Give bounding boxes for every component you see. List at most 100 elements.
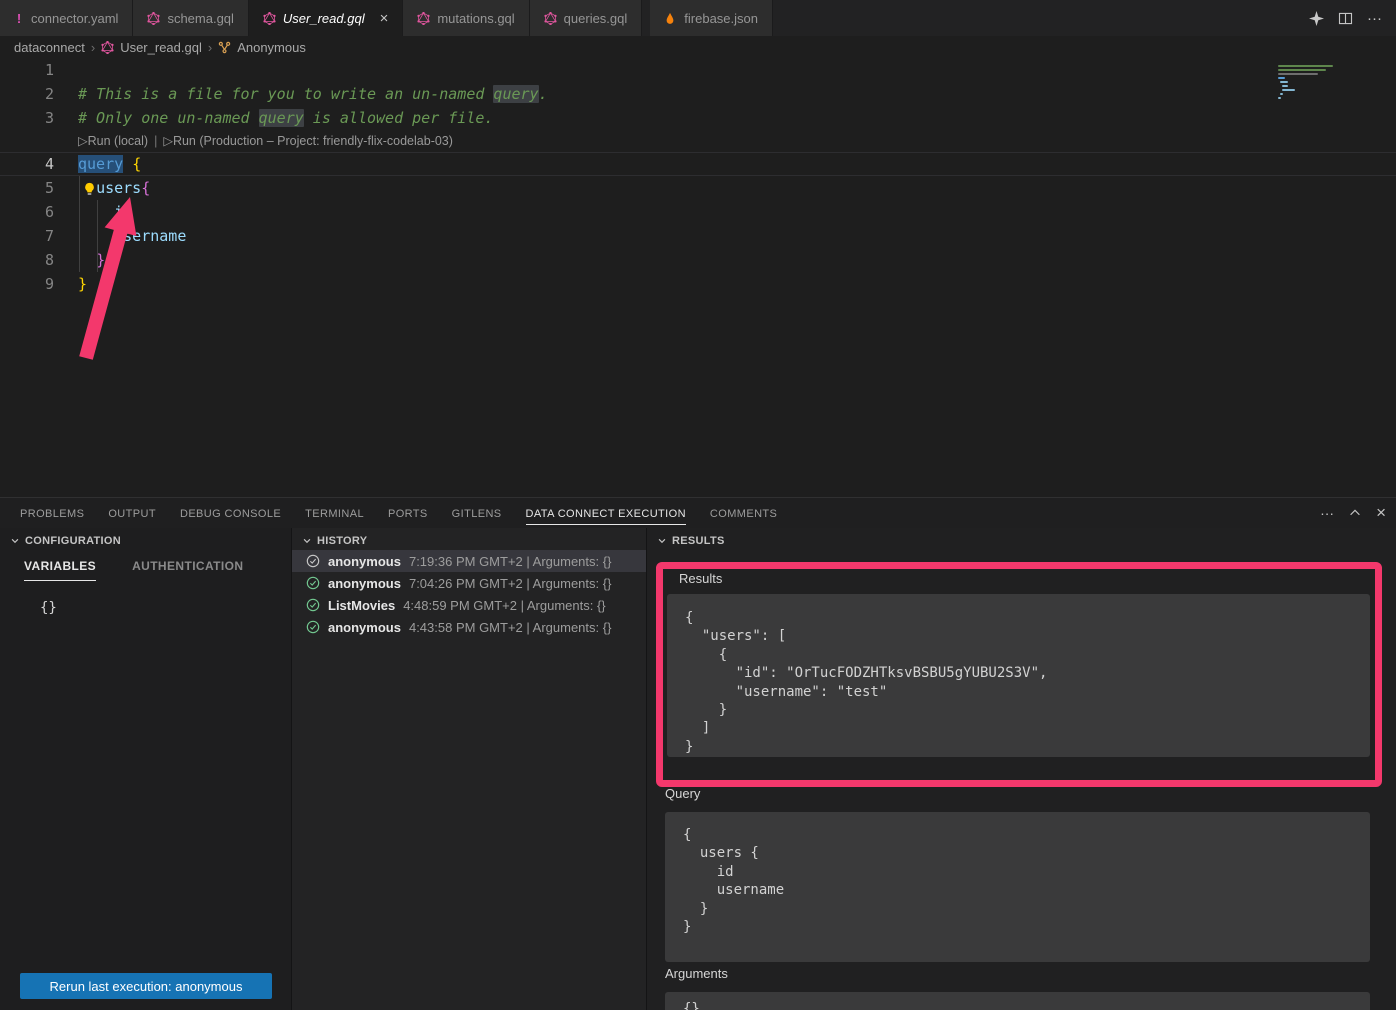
history-item[interactable]: anonymous4:43:58 PM GMT+2 | Arguments: {… — [292, 616, 646, 638]
indent-guide — [79, 176, 80, 272]
panel-tab-comments[interactable]: COMMENTS — [710, 502, 777, 525]
minimap[interactable] — [1278, 61, 1340, 101]
tab-user_read-gql[interactable]: User_read.gql × — [249, 0, 403, 36]
copilot-sparkle-icon[interactable] — [1309, 11, 1324, 26]
line-number: 2 — [0, 82, 54, 106]
tab-label: firebase.json — [684, 11, 758, 26]
code-line-7[interactable]: 7 username — [0, 224, 1396, 248]
minimap-line — [1280, 81, 1288, 83]
tab-label: schema.gql — [167, 11, 233, 26]
history-item-name: anonymous — [328, 576, 401, 591]
tab-label: mutations.gql — [437, 11, 514, 26]
line-number: 4 — [0, 152, 54, 176]
code-token: query — [78, 155, 123, 173]
history-item[interactable]: anonymous 7:04:26 PM GMT+2 | Arguments: {… — [292, 572, 646, 594]
history-item-meta: 7:19:36 PM GMT+2 | Arguments: {} — [409, 554, 611, 569]
run-icon: ▷ — [163, 134, 173, 148]
tab-authentication[interactable]: AUTHENTICATION — [132, 559, 243, 581]
breadcrumb-item-anonymous[interactable]: Anonymous — [237, 40, 306, 55]
code-editor[interactable]: 12 # This is a file for you to write an u… — [0, 58, 1396, 497]
graphql-icon — [147, 12, 160, 25]
tab-variables[interactable]: VARIABLES — [24, 559, 96, 581]
panel-tab-terminal[interactable]: TERMINAL — [305, 502, 364, 525]
minimap-line — [1278, 65, 1333, 67]
rerun-button[interactable]: Rerun last execution: anonymous — [20, 973, 272, 999]
code-token — [78, 251, 96, 269]
configuration-section: CONFIGURATION VARIABLES AUTHENTICATION {… — [0, 528, 292, 1010]
tab-label: User_read.gql — [283, 11, 365, 26]
code-token: id — [114, 203, 132, 221]
panel-tab-gitlens[interactable]: GITLENS — [452, 502, 502, 525]
history-item[interactable]: anonymous 7:19:36 PM GMT+2 | Arguments: {… — [292, 550, 646, 572]
panel-more-icon[interactable]: ··· — [1320, 505, 1334, 521]
run-production-link[interactable]: ▷Run (Production – Project: friendly-fli… — [163, 134, 453, 148]
panel-tab-problems[interactable]: PROBLEMS — [20, 502, 84, 525]
code-token: # Only one un-named — [78, 109, 259, 127]
query-box[interactable]: { users { id username } } — [665, 812, 1370, 962]
history-item-name: anonymous — [328, 554, 401, 569]
query-text: { users { id username } } — [665, 812, 1370, 936]
results-json: { "users": [ { "id": "OrTucFODZHTksvBSBU… — [667, 594, 1370, 756]
editor-actions: ··· — [1309, 0, 1396, 36]
panel-tab-bar: PROBLEMS OUTPUT DEBUG CONSOLE TERMINAL PORTS… — [0, 498, 1396, 528]
panel-tab-debug-console[interactable]: DEBUG CONSOLE — [180, 502, 281, 525]
panel-tab-data-connect-execution[interactable]: DATA CONNECT EXECUTION — [526, 502, 686, 525]
split-editor-icon[interactable] — [1338, 11, 1353, 26]
tab-connector-yaml[interactable]: !connector.yaml — [0, 0, 133, 36]
history-item[interactable]: ListMovies4:48:59 PM GMT+2 | Arguments: … — [292, 594, 646, 616]
graphql-icon — [417, 12, 430, 25]
minimap-line — [1278, 77, 1285, 79]
results-output-box[interactable]: { "users": [ { "id": "OrTucFODZHTksvBSBU… — [667, 594, 1370, 757]
code-line-3[interactable]: 3# Only one un-named query is allowed pe… — [0, 106, 1396, 130]
chevron-down-icon — [657, 536, 667, 546]
results-section: RESULTS Results { "users": [ { "id": "Or… — [647, 528, 1396, 1010]
tab-schema-gql[interactable]: schema.gql — [133, 0, 248, 36]
panel-maximize-icon[interactable] — [1348, 506, 1362, 520]
breadcrumb-item-dataconnect[interactable]: dataconnect — [14, 40, 85, 55]
more-actions-icon[interactable]: ··· — [1367, 10, 1382, 27]
chevron-down-icon — [302, 536, 312, 546]
code-token: query — [493, 85, 538, 103]
line-number: 1 — [0, 58, 54, 82]
history-item-meta: 4:43:58 PM GMT+2 | Arguments: {} — [409, 620, 611, 635]
panel-tab-ports[interactable]: PORTS — [388, 502, 428, 525]
run-local-link[interactable]: ▷Run (local) — [78, 134, 148, 148]
tab-queries-gql[interactable]: queries.gql — [530, 0, 643, 36]
variables-value[interactable]: {} — [40, 600, 57, 616]
code-line-9[interactable]: 9} — [0, 272, 1396, 296]
firebase-flame-icon — [664, 12, 677, 25]
codelens-separator: | — [154, 134, 157, 148]
line-number: 8 — [0, 248, 54, 272]
code-line-5[interactable]: 5 users{ — [0, 176, 1396, 200]
history-header[interactable]: HISTORY — [292, 528, 646, 549]
arguments-box[interactable]: {} — [665, 992, 1370, 1010]
codelens-row: ▷Run (local) | ▷Run (Production – Project:… — [0, 130, 1396, 152]
code-line-8[interactable]: 8 } — [0, 248, 1396, 272]
code-line-2[interactable]: 2 # This is a file for you to write an un… — [0, 82, 1396, 106]
results-label: Results — [679, 571, 722, 586]
code-line-1[interactable]: 1 — [0, 58, 1396, 82]
check-circle-icon — [306, 554, 320, 568]
chevron-right-icon: › — [208, 40, 212, 55]
minimap-line — [1282, 85, 1288, 87]
panel-close-icon[interactable]: × — [1376, 503, 1386, 523]
code-token: # This is a file for you to write an un-… — [78, 85, 493, 103]
configuration-header[interactable]: CONFIGURATION — [0, 528, 291, 549]
history-item-meta: 7:04:26 PM GMT+2 | Arguments: {} — [409, 576, 611, 591]
check-circle-icon — [306, 620, 320, 634]
history-item-meta: 4:48:59 PM GMT+2 | Arguments: {} — [403, 598, 605, 613]
code-line-4[interactable]: 4query { — [0, 152, 1396, 176]
code-token: username — [114, 227, 186, 245]
minimap-line — [1278, 97, 1281, 99]
query-label: Query — [665, 786, 700, 801]
bottom-panel: PROBLEMS OUTPUT DEBUG CONSOLE TERMINAL PORTS… — [0, 497, 1396, 1010]
panel-tab-output[interactable]: OUTPUT — [108, 502, 156, 525]
tab-firebase-json[interactable]: firebase.json — [650, 0, 773, 36]
tab-mutations-gql[interactable]: mutations.gql — [403, 0, 529, 36]
close-icon[interactable]: × — [380, 11, 389, 26]
breadcrumb-item-file[interactable]: User_read.gql — [120, 40, 202, 55]
results-header[interactable]: RESULTS — [647, 528, 1396, 549]
arguments-label: Arguments — [665, 966, 728, 981]
code-line-6[interactable]: 6 id — [0, 200, 1396, 224]
configuration-tabs: VARIABLES AUTHENTICATION — [24, 559, 243, 581]
